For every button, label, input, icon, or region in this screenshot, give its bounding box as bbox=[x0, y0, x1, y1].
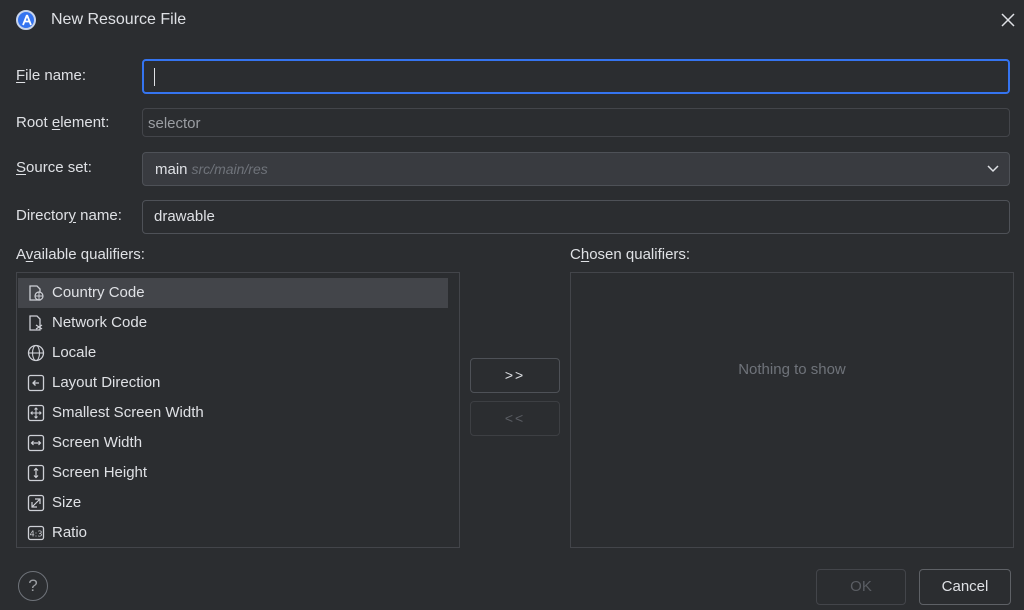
list-item[interactable]: Locale bbox=[18, 338, 448, 368]
chosen-qualifiers-list[interactable]: Nothing to show bbox=[570, 272, 1014, 548]
source-set-path: src/main/res bbox=[191, 161, 268, 177]
list-item[interactable]: Smallest Screen Width bbox=[18, 398, 448, 428]
globe-icon bbox=[27, 344, 45, 362]
directory-name-input[interactable]: drawable bbox=[142, 200, 1010, 234]
list-item[interactable]: 4:3 Ratio bbox=[18, 518, 448, 547]
ok-button[interactable]: OK bbox=[816, 569, 906, 605]
list-item[interactable]: Screen Height bbox=[18, 458, 448, 488]
network-code-icon bbox=[29, 315, 43, 331]
chevron-down-icon bbox=[987, 165, 999, 173]
empty-state-text: Nothing to show bbox=[738, 361, 846, 378]
source-set-value: main bbox=[155, 161, 188, 178]
smallest-width-icon bbox=[27, 404, 45, 422]
root-element-label: Root element: bbox=[16, 114, 110, 131]
size-icon bbox=[27, 494, 45, 512]
source-set-label: Source set: bbox=[16, 159, 92, 176]
layout-direction-icon bbox=[27, 374, 45, 392]
svg-text:4:3: 4:3 bbox=[30, 530, 43, 539]
available-qualifiers-list[interactable]: Country Code Network Code Locale Layout … bbox=[16, 272, 460, 548]
title-bar: New Resource File bbox=[0, 0, 1024, 42]
qualifier-label: Screen Height bbox=[52, 464, 148, 481]
qualifier-label: Locale bbox=[52, 344, 97, 361]
source-set-select[interactable]: main src/main/res bbox=[142, 152, 1010, 186]
qualifier-label: Smallest Screen Width bbox=[52, 404, 204, 421]
qualifier-label: Country Code bbox=[52, 284, 145, 301]
list-item[interactable]: Network Code bbox=[18, 308, 448, 338]
qualifier-label: Layout Direction bbox=[52, 374, 161, 391]
ratio-icon: 4:3 bbox=[27, 525, 45, 541]
country-code-icon bbox=[29, 285, 44, 301]
qualifier-label: Network Code bbox=[52, 314, 148, 331]
remove-qualifier-button[interactable]: << bbox=[470, 401, 560, 436]
root-element-field[interactable]: selector bbox=[142, 108, 1010, 137]
qualifier-label: Ratio bbox=[52, 524, 88, 541]
qualifier-label: Screen Width bbox=[52, 434, 143, 451]
directory-name-label: Directory name: bbox=[16, 207, 122, 224]
file-name-label: File name: bbox=[16, 67, 87, 84]
add-qualifier-button[interactable]: >> bbox=[470, 358, 560, 393]
chosen-qualifiers-label: Chosen qualifiers: bbox=[570, 246, 691, 263]
window-title: New Resource File bbox=[51, 11, 187, 28]
help-button[interactable]: ? bbox=[18, 571, 48, 601]
list-item[interactable]: Screen Width bbox=[18, 428, 448, 458]
text-caret bbox=[154, 68, 155, 86]
android-studio-icon bbox=[16, 10, 36, 30]
list-item[interactable]: Country Code bbox=[18, 278, 448, 308]
screen-height-icon bbox=[27, 464, 45, 482]
close-button[interactable] bbox=[996, 8, 1020, 32]
screen-width-icon bbox=[27, 434, 45, 452]
cancel-button[interactable]: Cancel bbox=[919, 569, 1011, 605]
qualifier-label: Size bbox=[52, 494, 82, 511]
file-name-input[interactable] bbox=[142, 59, 1010, 94]
close-icon bbox=[1001, 13, 1015, 27]
available-qualifiers-label: Available qualifiers: bbox=[16, 246, 145, 263]
list-item[interactable]: Size bbox=[18, 488, 448, 518]
list-item[interactable]: Layout Direction bbox=[18, 368, 448, 398]
